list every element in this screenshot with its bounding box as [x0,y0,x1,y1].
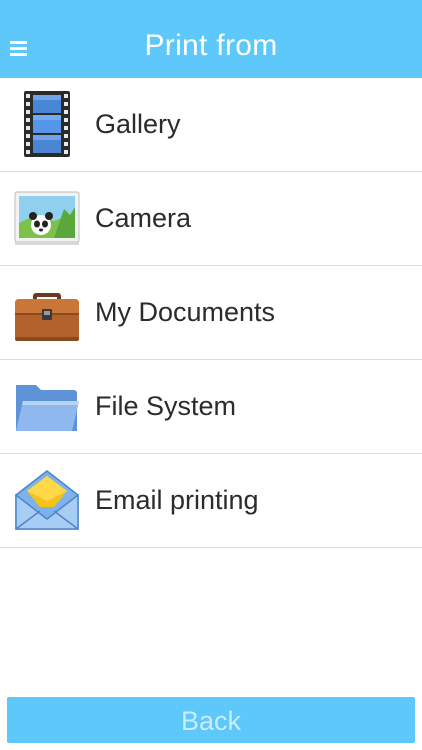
panda-photo-icon [14,185,80,251]
app-header: Print from [0,0,422,78]
list-item-label: Gallery [95,109,181,139]
film-strip-icon [14,91,80,157]
briefcase-icon [14,279,80,345]
folder-icon [14,373,80,439]
list-item-file-system[interactable]: File System [0,360,422,454]
list-item-email-printing[interactable]: Email printing [0,454,422,548]
list-item-label: File System [95,391,237,421]
list-item-label: Camera [95,203,192,233]
list-item-gallery[interactable]: Gallery [0,78,422,172]
list-item-camera[interactable]: Camera [0,172,422,266]
envelope-icon [14,467,80,533]
back-button[interactable]: Back [7,697,415,743]
list-item-my-documents[interactable]: My Documents [0,266,422,360]
list-item-label: My Documents [95,297,276,327]
page-title: Print from [144,29,278,62]
list-item-label: Email printing [95,485,259,515]
source-list: Gallery Camera My Documents File System … [0,78,422,548]
